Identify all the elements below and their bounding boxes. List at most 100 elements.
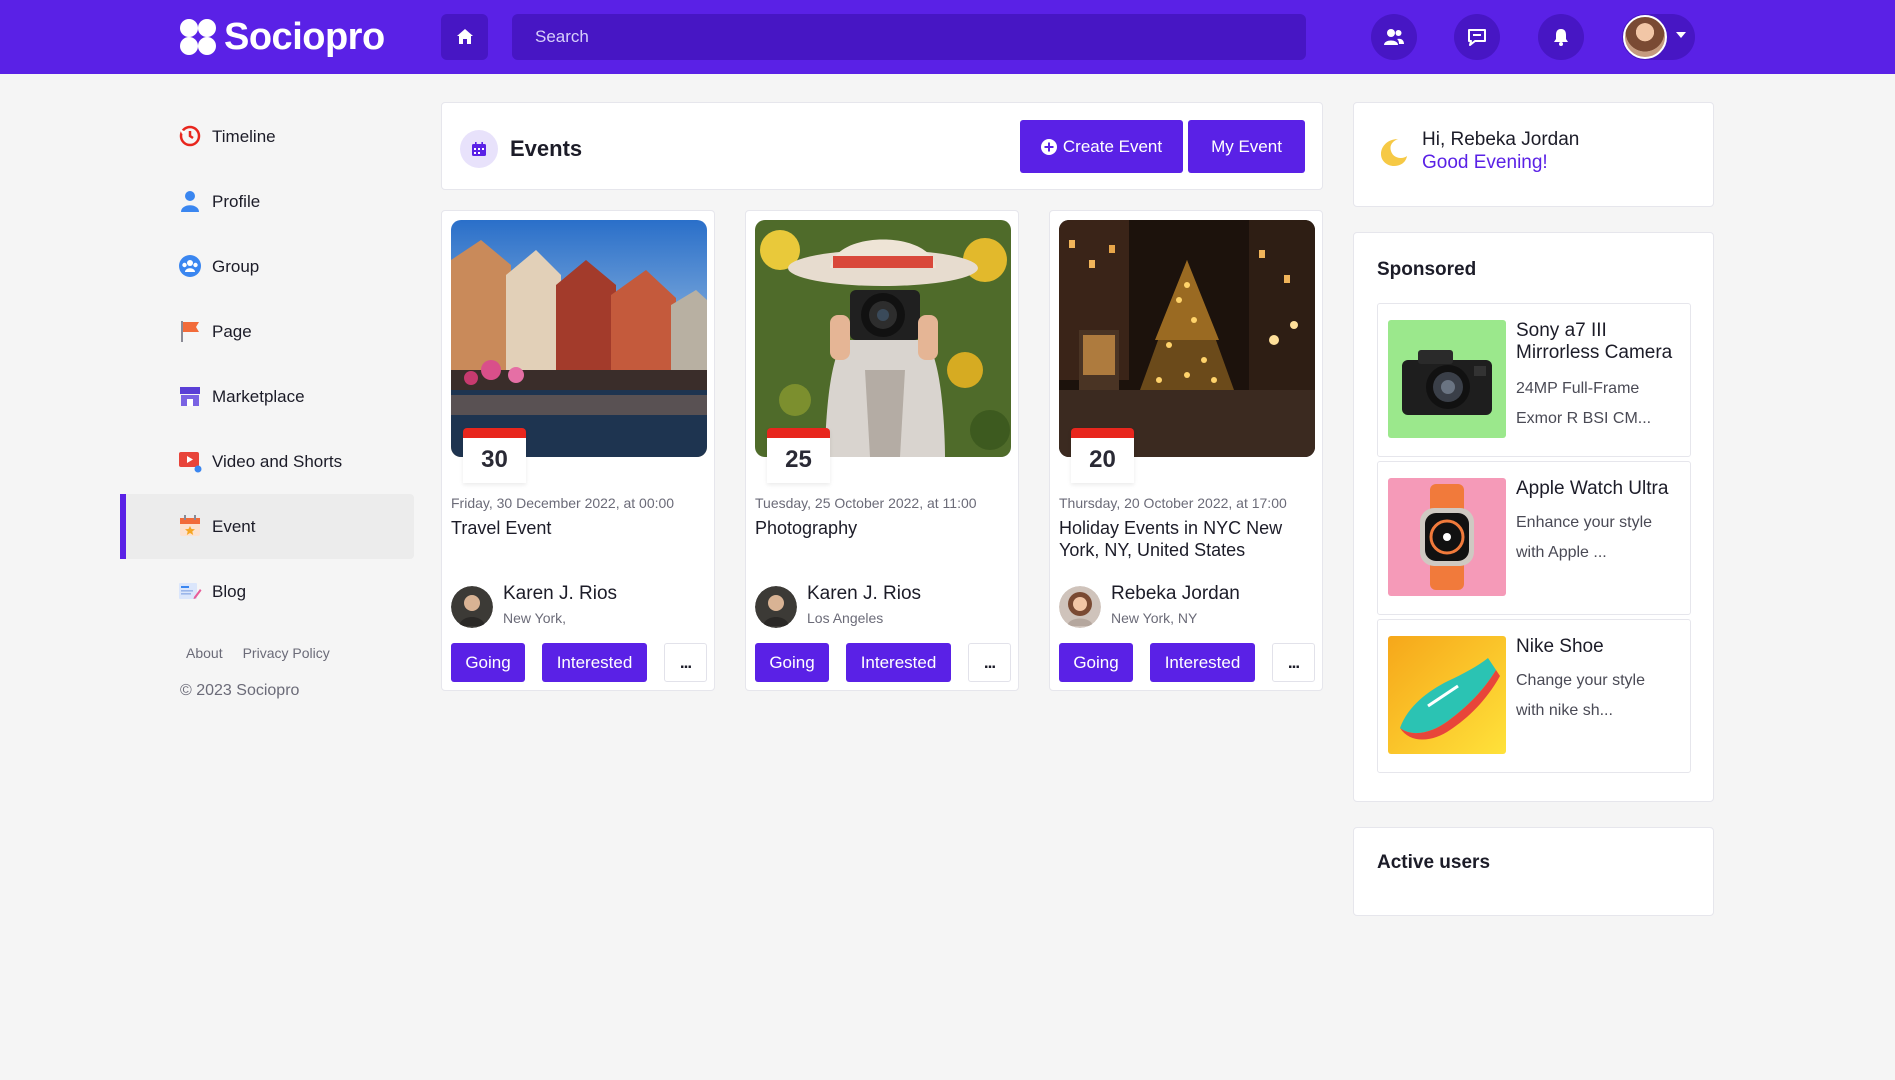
bell-icon: [1554, 29, 1568, 46]
messages-button[interactable]: [1454, 14, 1500, 60]
event-title[interactable]: Photography: [755, 517, 1011, 539]
home-icon: [456, 29, 473, 44]
friends-icon: [1384, 29, 1404, 45]
host-location: New York,: [503, 610, 567, 626]
event-card[interactable]: 20 Thursday, 20 October 2022, at 17:00 H…: [1049, 210, 1323, 691]
greeting-text: Hi, Rebeka Jordan: [1422, 129, 1580, 150]
more-options-button[interactable]: ...: [664, 643, 707, 682]
footer-links: About Privacy Policy: [186, 645, 330, 661]
product-description: Change your style with nike sh...: [1516, 672, 1645, 719]
app-logo[interactable]: Sociopro: [178, 14, 385, 60]
sidebar-item-label: Marketplace: [212, 386, 305, 406]
home-button[interactable]: [441, 14, 488, 60]
logo-icon: [178, 17, 218, 57]
event-card[interactable]: 30 Friday, 30 December 2022, at 00:00 Tr…: [441, 210, 715, 691]
host-location: New York, NY: [1111, 610, 1198, 626]
date-badge: 25: [767, 428, 830, 483]
host-name[interactable]: Karen J. Rios: [807, 583, 921, 605]
sidebar-item-label: Page: [212, 321, 252, 341]
sidebar-item-profile[interactable]: Profile: [120, 169, 414, 234]
moon-icon: [1381, 139, 1407, 166]
event-title[interactable]: Travel Event: [451, 517, 707, 539]
more-options-button[interactable]: ...: [968, 643, 1011, 682]
group-icon: [179, 255, 201, 277]
plus-circle-icon: [1040, 138, 1057, 155]
event-image[interactable]: [451, 220, 707, 457]
my-event-label: My Event: [1211, 136, 1282, 156]
greeting-subtext: Good Evening!: [1422, 152, 1548, 173]
sidebar-item-label: Timeline: [212, 126, 276, 146]
sidebar-item-label: Group: [212, 256, 260, 276]
flag-icon: [181, 321, 199, 342]
product-image: [1388, 478, 1506, 596]
host-name[interactable]: Karen J. Rios: [503, 583, 617, 605]
more-options-button[interactable]: ...: [1272, 643, 1315, 682]
product-description: Enhance your style with Apple ...: [1516, 514, 1653, 561]
going-button[interactable]: Going: [451, 643, 525, 682]
sidebar-item-timeline[interactable]: Timeline: [120, 104, 414, 169]
store-icon: [180, 387, 200, 406]
page-title: Events: [510, 136, 583, 161]
history-icon: [179, 125, 201, 147]
product-name[interactable]: Sony a7 III Mirrorless Camera: [1516, 320, 1686, 364]
left-sidebar: Timeline Profile Group Page Marketplace …: [120, 104, 414, 624]
sidebar-item-blog[interactable]: Blog: [120, 559, 414, 624]
user-avatar: [1623, 15, 1667, 59]
notifications-button[interactable]: [1538, 14, 1584, 60]
date-badge: 20: [1071, 428, 1134, 483]
chevron-down-icon: [1676, 32, 1686, 38]
product-name[interactable]: Apple Watch Ultra: [1516, 478, 1686, 500]
more-dots-icon: ...: [1287, 652, 1300, 672]
blog-icon: [179, 583, 202, 599]
create-event-label: Create Event: [1062, 136, 1163, 156]
active-users-title: Active users: [1377, 852, 1491, 873]
interested-button[interactable]: Interested: [542, 643, 647, 682]
messages-icon: [1468, 29, 1486, 46]
host-avatar[interactable]: [755, 586, 797, 628]
event-card[interactable]: 25 Tuesday, 25 October 2022, at 11:00 Ph…: [745, 210, 1019, 691]
sponsored-item[interactable]: Sony a7 III Mirrorless Camera 24MP Full-…: [1377, 303, 1691, 457]
interested-button[interactable]: Interested: [1150, 643, 1255, 682]
sidebar-item-video-and-shorts[interactable]: Video and Shorts: [120, 429, 414, 494]
calendar-icon: [472, 142, 486, 156]
search-input[interactable]: [512, 14, 1306, 60]
sidebar-item-event[interactable]: Event: [120, 494, 414, 559]
sidebar-item-page[interactable]: Page: [120, 299, 414, 364]
sponsored-item[interactable]: Nike Shoe Change your style with nike sh…: [1377, 619, 1691, 773]
about-link[interactable]: About: [186, 645, 223, 661]
events-header: Events Create Event My Event: [441, 102, 1323, 190]
product-image: [1388, 636, 1506, 754]
date-badge: 30: [463, 428, 526, 483]
privacy-policy-link[interactable]: Privacy Policy: [243, 645, 330, 661]
create-event-button[interactable]: Create Event: [1020, 120, 1183, 173]
event-image[interactable]: [755, 220, 1011, 457]
greeting-card: Hi, Rebeka Jordan Good Evening!: [1353, 102, 1714, 207]
product-image: [1388, 320, 1506, 438]
video-icon: [179, 452, 202, 473]
sidebar-item-label: Profile: [212, 191, 261, 211]
host-avatar[interactable]: [451, 586, 493, 628]
app-name: Sociopro: [224, 15, 385, 58]
product-name[interactable]: Nike Shoe: [1516, 636, 1686, 658]
event-datetime: Friday, 30 December 2022, at 00:00: [451, 495, 675, 511]
friends-button[interactable]: [1371, 14, 1417, 60]
calendar-badge: [460, 130, 498, 168]
host-avatar[interactable]: [1059, 586, 1101, 628]
active-users-panel: Active users: [1353, 827, 1714, 916]
sidebar-item-label: Event: [212, 516, 256, 536]
interested-button[interactable]: Interested: [846, 643, 951, 682]
sidebar-item-label: Video and Shorts: [212, 451, 343, 471]
going-button[interactable]: Going: [1059, 643, 1133, 682]
top-navbar: Sociopro: [0, 0, 1895, 74]
going-button[interactable]: Going: [755, 643, 829, 682]
event-image[interactable]: [1059, 220, 1315, 457]
my-event-button[interactable]: My Event: [1188, 120, 1305, 173]
sponsored-item[interactable]: Apple Watch Ultra Enhance your style wit…: [1377, 461, 1691, 615]
event-title[interactable]: Holiday Events in NYC New York, NY, Unit…: [1059, 517, 1315, 561]
product-description: 24MP Full-Frame Exmor R BSI CM...: [1516, 380, 1652, 427]
user-menu[interactable]: [1622, 14, 1695, 60]
sidebar-item-group[interactable]: Group: [120, 234, 414, 299]
host-location: Los Angeles: [807, 610, 884, 626]
sidebar-item-marketplace[interactable]: Marketplace: [120, 364, 414, 429]
host-name[interactable]: Rebeka Jordan: [1111, 583, 1240, 605]
